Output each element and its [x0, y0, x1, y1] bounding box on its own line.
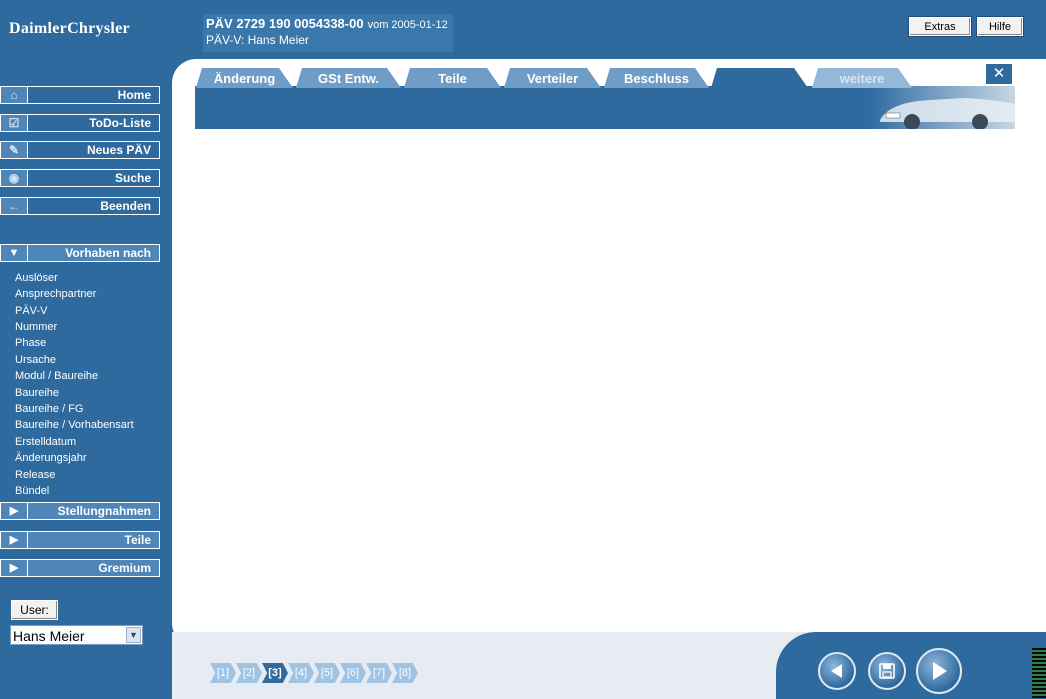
step-7[interactable]: [7]: [366, 663, 392, 683]
nav-new-pav-button[interactable]: ✎ Neues PÄV: [0, 141, 160, 159]
pav-owner: PÄV-V: Hans Meier: [206, 33, 309, 47]
checkbox-icon: ☑: [1, 115, 28, 131]
user-select[interactable]: Hans Meier ▼: [10, 625, 143, 645]
nav-home-label: Home: [117, 88, 151, 102]
step-6[interactable]: [6]: [340, 663, 366, 683]
list-item-ursache[interactable]: Ursache: [15, 354, 56, 366]
chevron-down-icon[interactable]: ▼: [126, 627, 141, 643]
user-button[interactable]: User:: [11, 600, 58, 620]
floppy-disk-icon: [879, 663, 895, 679]
nav-todo-button[interactable]: ☑ ToDo-Liste: [0, 114, 160, 132]
tab-aenderung[interactable]: Änderung: [196, 68, 293, 88]
vorhaben-section-label: Vorhaben nach: [65, 246, 151, 260]
list-item-ausloeser[interactable]: Auslöser: [15, 272, 58, 284]
nav-new-pav-label: Neues PÄV: [86, 143, 151, 157]
next-button[interactable]: [916, 648, 962, 694]
list-item-release[interactable]: Release: [15, 469, 55, 481]
tab-beschluss[interactable]: Beschluss: [604, 68, 709, 88]
gremium-section-toggle[interactable]: ▶ Gremium: [0, 559, 160, 577]
tab-banner: [195, 86, 1015, 129]
eye-icon: ◉: [1, 170, 28, 186]
list-item-baureihe-fg[interactable]: Baureihe / FG: [15, 403, 83, 415]
list-item-aenderungsjahr[interactable]: Änderungsjahr: [15, 452, 87, 464]
back-button[interactable]: [818, 652, 856, 690]
hilfe-button[interactable]: Hilfe: [977, 17, 1023, 36]
list-item-baureihe-vorhabensart[interactable]: Baureihe / Vorhabensart: [15, 419, 134, 431]
nav-suche-label: Suche: [114, 171, 151, 185]
close-icon[interactable]: ✕: [985, 63, 1013, 85]
bottom-bar-curve: [776, 632, 1046, 699]
arrow-right-icon: [933, 662, 947, 680]
home-icon: ⌂: [1, 87, 28, 103]
arrow-left-icon: ←: [1, 198, 28, 214]
list-item-pav-v[interactable]: PÄV-V: [15, 305, 47, 317]
extras-button[interactable]: Extras: [909, 17, 971, 36]
stellungnahmen-section-toggle[interactable]: ▶ Stellungnahmen: [0, 502, 160, 520]
pencil-icon: ✎: [1, 142, 28, 158]
main-content-panel: [172, 59, 1046, 647]
list-item-nummer[interactable]: Nummer: [15, 321, 57, 333]
list-item-baureihe[interactable]: Baureihe: [15, 387, 59, 399]
tab-active[interactable]: [711, 68, 808, 88]
list-item-phase[interactable]: Phase: [15, 337, 46, 349]
tab-weitere[interactable]: weitere: [812, 68, 912, 88]
list-item-buendel[interactable]: Bündel: [15, 485, 49, 497]
step-2[interactable]: [2]: [236, 663, 262, 683]
activity-meter: [1032, 648, 1046, 698]
gremium-label: Gremium: [98, 561, 151, 575]
step-5[interactable]: [5]: [314, 663, 340, 683]
vorhaben-section-toggle[interactable]: ▼ Vorhaben nach: [0, 244, 160, 262]
pav-number: PÄV 2729 190 0054338-00: [206, 16, 364, 31]
triangle-right-icon: ▶: [1, 503, 28, 519]
nav-suche-button[interactable]: ◉ Suche: [0, 169, 160, 187]
step-4[interactable]: [4]: [288, 663, 314, 683]
tab-teile[interactable]: Teile: [404, 68, 501, 88]
stellungnahmen-label: Stellungnahmen: [57, 504, 151, 518]
step-1[interactable]: [1]: [210, 663, 236, 683]
list-item-ansprechpartner[interactable]: Ansprechpartner: [15, 288, 96, 300]
nav-beenden-label: Beenden: [100, 199, 151, 213]
user-select-value: Hans Meier: [13, 628, 85, 644]
pav-date: vom 2005-01-12: [367, 19, 448, 31]
car-image: [870, 86, 1015, 129]
list-item-modul-baureihe[interactable]: Modul / Baureihe: [15, 370, 98, 382]
triangle-right-icon: ▶: [1, 560, 28, 576]
triangle-right-icon: ▶: [1, 532, 28, 548]
daimlerchrysler-logo: DaimlerChrysler: [9, 20, 130, 37]
triangle-down-icon: ▼: [1, 245, 28, 261]
tab-verteiler[interactable]: Verteiler: [504, 68, 601, 88]
list-item-erstelldatum[interactable]: Erstelldatum: [15, 436, 76, 448]
save-button[interactable]: [868, 652, 906, 690]
step-3[interactable]: [3]: [262, 663, 288, 683]
arrow-left-icon: [831, 664, 842, 678]
tab-gst-entw[interactable]: GSt Entw.: [296, 68, 401, 88]
teile-section-label: Teile: [124, 533, 151, 547]
nav-home-button[interactable]: ⌂ Home: [0, 86, 160, 104]
teile-section-toggle[interactable]: ▶ Teile: [0, 531, 160, 549]
step-8[interactable]: [8]: [392, 663, 418, 683]
nav-todo-label: ToDo-Liste: [89, 116, 151, 130]
page-title: PÄV 2729 190 0054338-00 vom 2005-01-12: [206, 16, 448, 31]
nav-beenden-button[interactable]: ← Beenden: [0, 197, 160, 215]
